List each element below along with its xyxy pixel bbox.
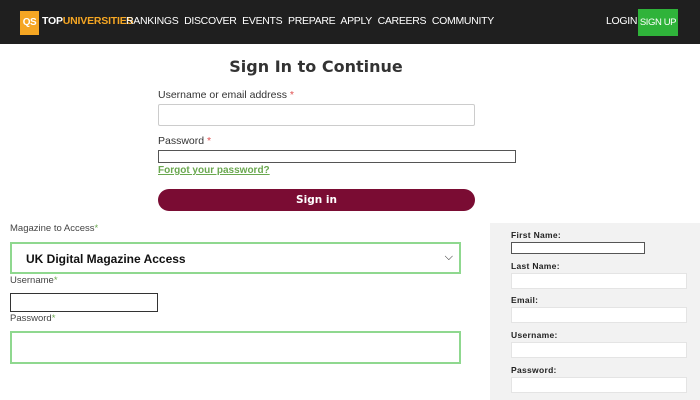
signin-button[interactable]: Sign in [158, 189, 475, 211]
first-name-input[interactable] [511, 242, 645, 254]
register-password-label: Password: [511, 365, 557, 375]
last-name-label: Last Name: [511, 261, 560, 271]
first-name-label: First Name: [511, 230, 562, 240]
forgot-password-link[interactable]: Forgot your password? [158, 165, 270, 176]
nav-item-careers[interactable]: CAREERS [378, 15, 427, 27]
site-logo-text[interactable]: TOPUNIVERSITIES [42, 15, 134, 27]
nav-item-events[interactable]: EVENTS [242, 15, 283, 27]
required-marker: * [53, 275, 58, 286]
magazine-access-selected-value: UK Digital Magazine Access [26, 252, 186, 266]
nav-item-rankings[interactable]: RANKINGS [126, 15, 179, 27]
register-username-input[interactable] [511, 342, 687, 358]
magazine-access-label: Magazine to Access* [10, 223, 98, 234]
magazine-username-label: Username* [10, 275, 58, 286]
magazine-password-input[interactable] [10, 331, 461, 364]
password-input[interactable] [158, 150, 516, 163]
chevron-down-icon[interactable]: ⌵ [445, 251, 453, 264]
username-email-input[interactable] [158, 104, 475, 126]
nav-item-discover[interactable]: DISCOVER [184, 15, 237, 27]
username-email-label-text: Username or email address [158, 89, 287, 101]
magazine-access-select[interactable]: UK Digital Magazine Access ⌵ [10, 242, 461, 274]
required-marker: * [51, 313, 56, 324]
top-navigation-bar: QS TOPUNIVERSITIES RANKINGS DISCOVER EVE… [0, 0, 700, 44]
required-marker: * [94, 223, 99, 234]
magazine-password-label: Password* [10, 313, 55, 324]
magazine-access-label-text: Magazine to Access [10, 223, 95, 234]
magazine-username-label-text: Username [10, 275, 54, 286]
signin-title: Sign In to Continue [229, 57, 403, 76]
nav-item-prepare[interactable]: PREPARE [288, 15, 336, 27]
nav-item-apply[interactable]: APPLY [340, 15, 372, 27]
email-input[interactable] [511, 307, 687, 323]
required-marker: * [207, 135, 212, 147]
required-marker: * [289, 89, 294, 101]
password-label: Password * [158, 135, 211, 147]
signup-button[interactable]: SIGN UP [638, 9, 678, 36]
magazine-password-label-text: Password [10, 313, 52, 324]
main-nav: RANKINGS DISCOVER EVENTS PREPARE APPLY C… [126, 15, 497, 27]
register-username-label: Username: [511, 330, 558, 340]
nav-item-community[interactable]: COMMUNITY [432, 15, 494, 27]
username-email-label: Username or email address * [158, 89, 294, 101]
logo-rest-text: UNIVERSITIES [62, 15, 134, 27]
login-link[interactable]: LOGIN [606, 15, 637, 27]
magazine-username-input[interactable] [10, 293, 158, 312]
last-name-input[interactable] [511, 273, 687, 289]
password-label-text: Password [158, 135, 205, 147]
qs-logo-icon[interactable]: QS [20, 11, 39, 35]
logo-top-text: TOP [42, 15, 63, 27]
registration-panel: First Name: Last Name: Email: Username: … [490, 223, 700, 400]
register-password-input[interactable] [511, 377, 687, 393]
email-label: Email: [511, 295, 539, 305]
